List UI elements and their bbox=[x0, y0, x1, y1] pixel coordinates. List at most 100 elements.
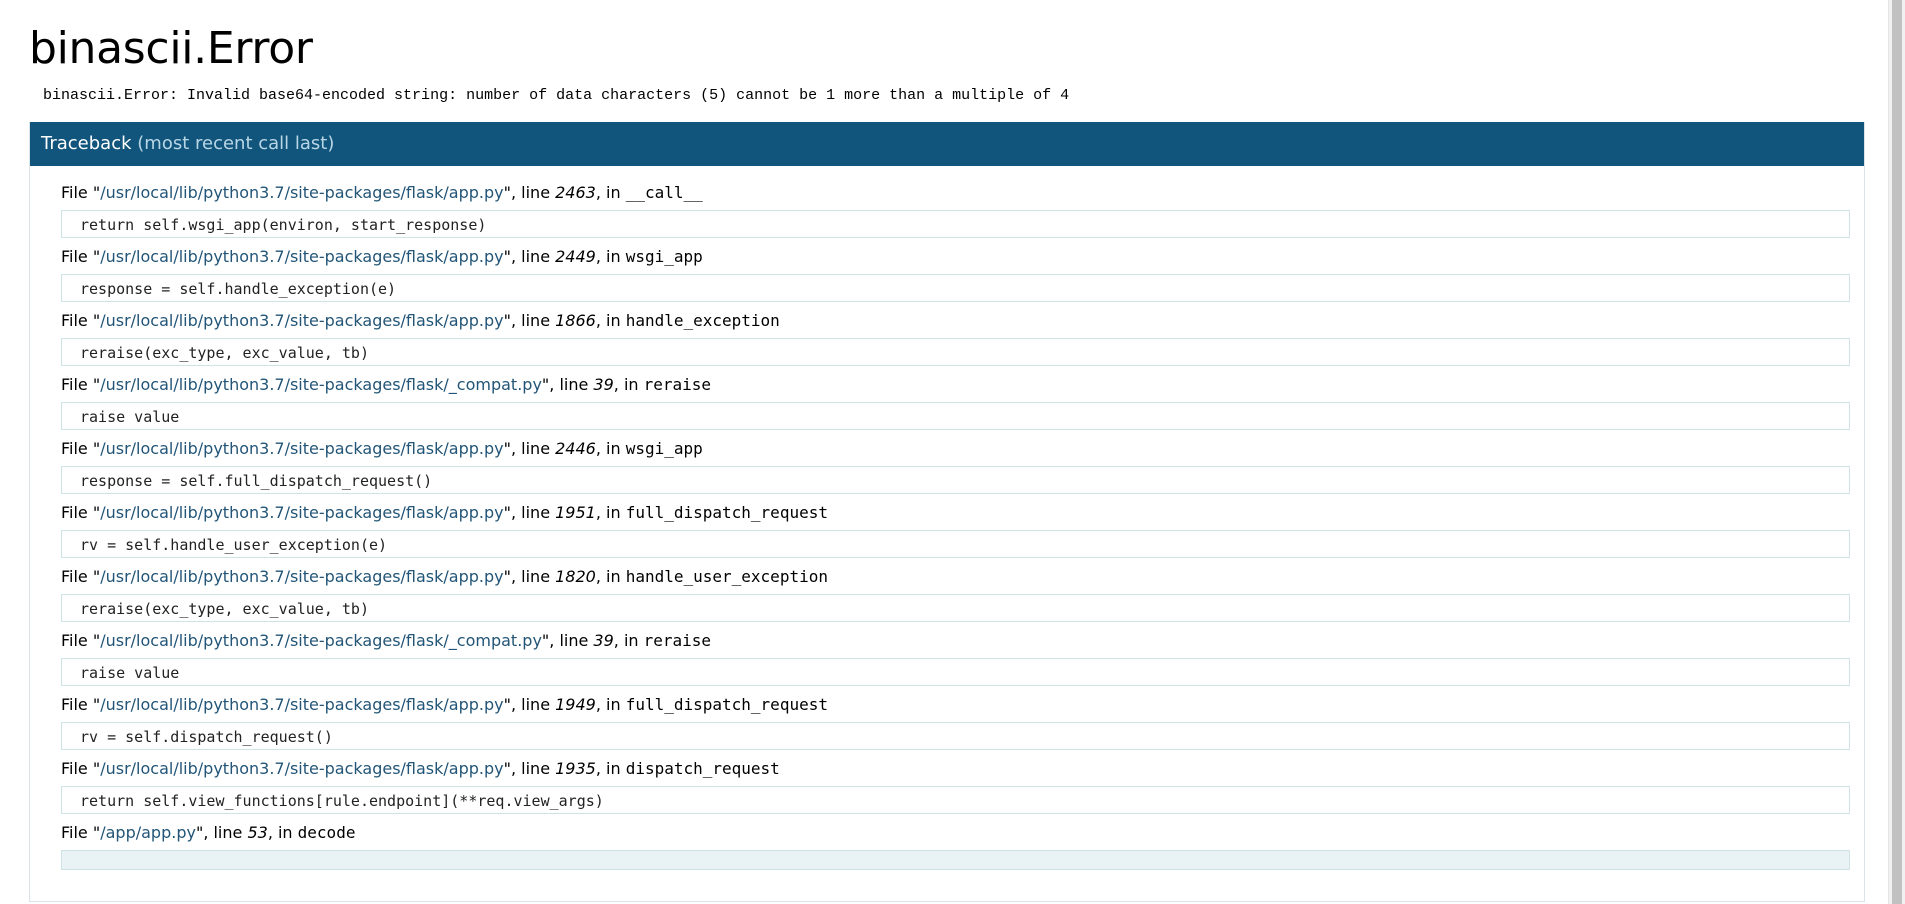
frame-function: full_dispatch_request bbox=[625, 503, 828, 522]
frame-prefix: File " bbox=[61, 823, 101, 842]
frame-lineno: 1949 bbox=[555, 695, 596, 714]
frame-lineno: 53 bbox=[247, 823, 268, 842]
frame-prefix: File " bbox=[61, 567, 101, 586]
traceback-frame[interactable]: File "/usr/local/lib/python3.7/site-pack… bbox=[61, 564, 1850, 622]
frame-lineno: 39 bbox=[593, 631, 614, 650]
traceback-header: Traceback (most recent call last) bbox=[30, 122, 1864, 166]
traceback-frame[interactable]: File "/usr/local/lib/python3.7/site-pack… bbox=[61, 308, 1850, 366]
frame-filename: /usr/local/lib/python3.7/site-packages/f… bbox=[100, 503, 504, 522]
frame-function: full_dispatch_request bbox=[625, 695, 828, 714]
scrollbar-thumb[interactable] bbox=[1892, 0, 1902, 904]
frame-lineno: 1951 bbox=[555, 503, 596, 522]
traceback-frame[interactable]: File "/usr/local/lib/python3.7/site-pack… bbox=[61, 180, 1850, 238]
traceback-frame[interactable]: File "/usr/local/lib/python3.7/site-pack… bbox=[61, 756, 1850, 814]
frame-location: File "/usr/local/lib/python3.7/site-pack… bbox=[61, 564, 1850, 590]
frame-location: File "/usr/local/lib/python3.7/site-pack… bbox=[61, 692, 1850, 718]
frame-prefix: File " bbox=[61, 183, 101, 202]
frame-in: , in bbox=[613, 375, 644, 394]
frame-lineno: 2446 bbox=[555, 439, 596, 458]
frame-prefix: File " bbox=[61, 375, 101, 394]
error-page: binascii.Error binascii.Error: Invalid b… bbox=[29, 0, 1865, 902]
frame-prefix: File " bbox=[61, 503, 101, 522]
frame-function: __call__ bbox=[625, 183, 703, 202]
frame-in: , in bbox=[595, 567, 626, 586]
frame-code[interactable]: raise value bbox=[61, 658, 1850, 686]
frame-code[interactable]: return self.wsgi_app(environ, start_resp… bbox=[61, 210, 1850, 238]
traceback-note: (most recent call last) bbox=[137, 133, 335, 154]
frame-filename: /usr/local/lib/python3.7/site-packages/f… bbox=[100, 759, 504, 778]
traceback-frame[interactable]: File "/usr/local/lib/python3.7/site-pack… bbox=[61, 500, 1850, 558]
frame-in: , in bbox=[595, 311, 626, 330]
traceback-frames: File "/usr/local/lib/python3.7/site-pack… bbox=[30, 166, 1864, 870]
traceback-frame[interactable]: File "/usr/local/lib/python3.7/site-pack… bbox=[61, 372, 1850, 430]
frame-filename: /usr/local/lib/python3.7/site-packages/f… bbox=[100, 695, 504, 714]
frame-mid: ", line bbox=[503, 567, 556, 586]
frame-prefix: File " bbox=[61, 247, 101, 266]
frame-code[interactable]: rv = self.handle_user_exception(e) bbox=[61, 530, 1850, 558]
frame-in: , in bbox=[595, 695, 626, 714]
frame-in: , in bbox=[595, 503, 626, 522]
frame-mid: ", line bbox=[503, 503, 556, 522]
frame-in: , in bbox=[267, 823, 298, 842]
frame-in: , in bbox=[595, 247, 626, 266]
frame-filename: /usr/local/lib/python3.7/site-packages/f… bbox=[100, 439, 504, 458]
frame-location: File "/usr/local/lib/python3.7/site-pack… bbox=[61, 244, 1850, 270]
frame-in: , in bbox=[595, 439, 626, 458]
frame-mid: ", line bbox=[541, 375, 594, 394]
frame-location: File "/usr/local/lib/python3.7/site-pack… bbox=[61, 308, 1850, 334]
frame-in: , in bbox=[595, 759, 626, 778]
frame-lineno: 2463 bbox=[555, 183, 596, 202]
frame-location: File "/usr/local/lib/python3.7/site-pack… bbox=[61, 500, 1850, 526]
frame-mid: ", line bbox=[541, 631, 594, 650]
frame-code[interactable] bbox=[61, 850, 1850, 870]
frame-location: File "/usr/local/lib/python3.7/site-pack… bbox=[61, 628, 1850, 654]
frame-function: wsgi_app bbox=[625, 439, 703, 458]
frame-mid: ", line bbox=[503, 183, 556, 202]
frame-mid: ", line bbox=[503, 247, 556, 266]
frame-function: handle_user_exception bbox=[625, 567, 828, 586]
frame-lineno: 1820 bbox=[555, 567, 596, 586]
frame-lineno: 2449 bbox=[555, 247, 596, 266]
frame-prefix: File " bbox=[61, 631, 101, 650]
frame-mid: ", line bbox=[503, 439, 556, 458]
frame-in: , in bbox=[613, 631, 644, 650]
frame-code[interactable]: return self.view_functions[rule.endpoint… bbox=[61, 786, 1850, 814]
frame-mid: ", line bbox=[503, 759, 556, 778]
frame-prefix: File " bbox=[61, 759, 101, 778]
frame-location: File "/usr/local/lib/python3.7/site-pack… bbox=[61, 756, 1850, 782]
error-title: binascii.Error bbox=[29, 23, 313, 74]
traceback-frame[interactable]: File "/usr/local/lib/python3.7/site-pack… bbox=[61, 628, 1850, 686]
frame-code[interactable]: reraise(exc_type, exc_value, tb) bbox=[61, 594, 1850, 622]
frame-code[interactable]: response = self.handle_exception(e) bbox=[61, 274, 1850, 302]
traceback-frame[interactable]: File "/app/app.py", line 53, in decode bbox=[61, 820, 1850, 870]
frame-function: dispatch_request bbox=[625, 759, 780, 778]
frame-location: File "/usr/local/lib/python3.7/site-pack… bbox=[61, 180, 1850, 206]
frame-function: reraise bbox=[643, 375, 712, 394]
frame-filename: /usr/local/lib/python3.7/site-packages/f… bbox=[100, 631, 542, 650]
frame-code[interactable]: raise value bbox=[61, 402, 1850, 430]
traceback-frame[interactable]: File "/usr/local/lib/python3.7/site-pack… bbox=[61, 436, 1850, 494]
frame-code[interactable]: response = self.full_dispatch_request() bbox=[61, 466, 1850, 494]
frame-lineno: 1935 bbox=[555, 759, 596, 778]
traceback-frame[interactable]: File "/usr/local/lib/python3.7/site-pack… bbox=[61, 244, 1850, 302]
frame-lineno: 1866 bbox=[555, 311, 596, 330]
frame-function: handle_exception bbox=[625, 311, 780, 330]
frame-lineno: 39 bbox=[593, 375, 614, 394]
vertical-scrollbar[interactable] bbox=[1888, 0, 1905, 904]
frame-function: reraise bbox=[643, 631, 712, 650]
frame-mid: ", line bbox=[195, 823, 248, 842]
frame-mid: ", line bbox=[503, 311, 556, 330]
frame-location: File "/app/app.py", line 53, in decode bbox=[61, 820, 1850, 846]
traceback-frame[interactable]: File "/usr/local/lib/python3.7/site-pack… bbox=[61, 692, 1850, 750]
frame-code[interactable]: reraise(exc_type, exc_value, tb) bbox=[61, 338, 1850, 366]
frame-prefix: File " bbox=[61, 695, 101, 714]
frame-prefix: File " bbox=[61, 439, 101, 458]
frame-in: , in bbox=[595, 183, 626, 202]
traceback-panel: Traceback (most recent call last) File "… bbox=[29, 122, 1865, 902]
frame-filename: /usr/local/lib/python3.7/site-packages/f… bbox=[100, 247, 504, 266]
frame-filename: /app/app.py bbox=[100, 823, 196, 842]
error-message: binascii.Error: Invalid base64-encoded s… bbox=[43, 87, 1070, 104]
frame-code[interactable]: rv = self.dispatch_request() bbox=[61, 722, 1850, 750]
frame-prefix: File " bbox=[61, 311, 101, 330]
frame-function: wsgi_app bbox=[625, 247, 703, 266]
